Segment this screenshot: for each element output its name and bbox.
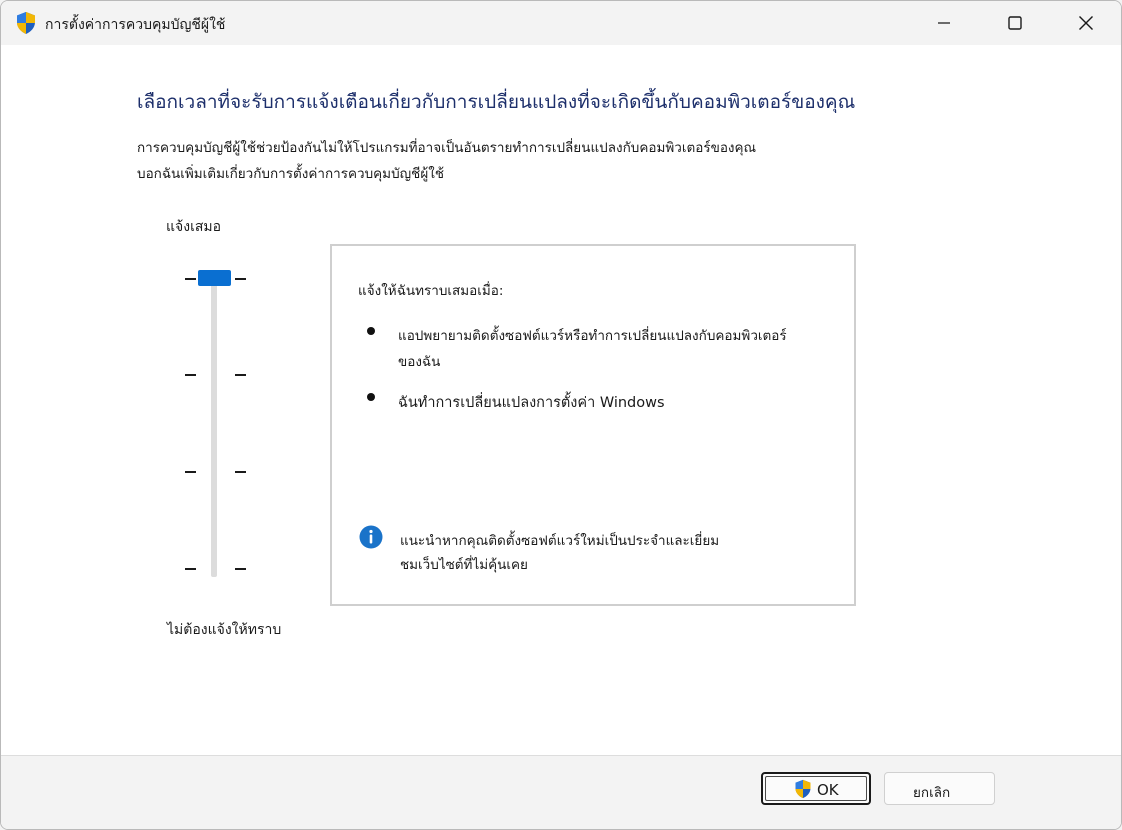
ok-button-label: OK xyxy=(817,781,839,799)
maximize-button[interactable] xyxy=(980,1,1050,45)
cancel-button-label: ยกเลิก xyxy=(913,785,951,801)
slider-track[interactable] xyxy=(211,271,217,577)
uac-shield-icon xyxy=(17,12,35,34)
close-icon xyxy=(1079,16,1093,30)
slider-top-label: แจ้งเสมอ xyxy=(166,219,222,235)
slider-tick-mark xyxy=(235,278,246,280)
uac-shield-icon xyxy=(795,779,811,799)
notify-title: แจ้งให้ฉันทราบเสมอเมื่อ: xyxy=(358,283,504,299)
focus-ring xyxy=(765,776,867,801)
slider-tick-mark xyxy=(185,374,196,376)
bullet-dot xyxy=(367,327,375,335)
minimize-icon xyxy=(938,22,950,24)
bullet-item-settings: ฉันทำการเปลี่ยนแปลงการตั้งค่า Windows xyxy=(398,395,665,411)
minimize-button[interactable] xyxy=(909,1,979,45)
slider-tick-mark xyxy=(235,568,246,570)
slider-tick-mark xyxy=(235,374,246,376)
slider-bottom-label: ไม่ต้องแจ้งให้ทราบ xyxy=(167,622,282,638)
slider-tick-mark xyxy=(185,568,196,570)
maximize-icon xyxy=(1008,16,1022,30)
close-button[interactable] xyxy=(1051,1,1121,45)
uac-settings-window: การตั้งค่าการควบคุมบัญชีผู้ใช้ เลือกเวลา… xyxy=(0,0,1122,830)
window-title: การตั้งค่าการควบคุมบัญชีผู้ใช้ xyxy=(45,17,226,33)
learn-more-link[interactable]: บอกฉันเพิ่มเติมเกี่ยวกับการตั้งค่าการควบ… xyxy=(137,162,444,184)
recommendation-text: แนะนำหากคุณติดตั้งซอฟต์แวร์ใหม่เป็นประจำ… xyxy=(400,533,720,573)
slider-tick-mark xyxy=(235,471,246,473)
ok-button[interactable]: OK xyxy=(761,772,871,805)
bullet-dot xyxy=(367,393,375,401)
slider-tick-mark xyxy=(185,278,196,280)
bullet-item-apps: แอปพยายามติดตั้งซอฟต์แวร์หรือทำการเปลี่ย… xyxy=(398,328,787,370)
title-bar: การตั้งค่าการควบคุมบัญชีผู้ใช้ xyxy=(1,1,1121,45)
cancel-button[interactable]: ยกเลิก xyxy=(884,772,995,805)
info-icon xyxy=(359,525,383,549)
slider-thumb[interactable] xyxy=(198,270,231,286)
slider-tick-mark xyxy=(185,471,196,473)
description-text: การควบคุมบัญชีผู้ใช้ช่วยป้องกันไม่ให้โปร… xyxy=(137,140,757,156)
page-heading: เลือกเวลาที่จะรับการแจ้งเตือนเกี่ยวกับกา… xyxy=(137,91,856,113)
